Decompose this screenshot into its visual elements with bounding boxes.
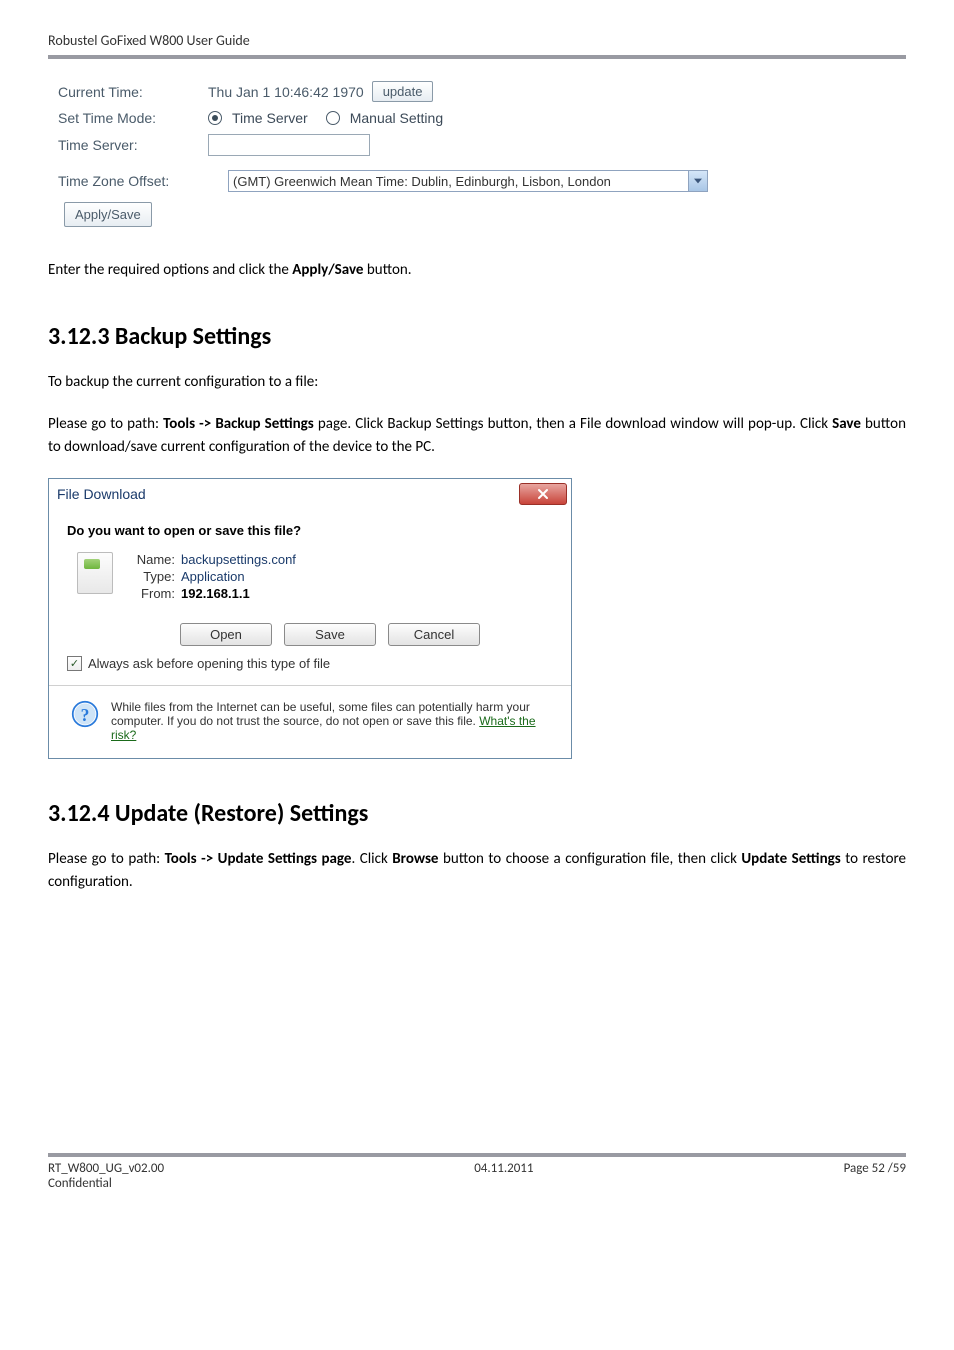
time-server-input[interactable] [208,134,370,156]
tz-offset-label: Time Zone Offset: [58,173,228,189]
close-button[interactable] [519,483,567,505]
close-icon [537,488,549,500]
para-backup-intro: To backup the current configuration to a… [48,371,906,394]
file-from-value: 192.168.1.1 [181,586,250,601]
file-type-value: Application [181,569,245,584]
warning-text: While files from the Internet can be use… [111,700,549,742]
time-settings-panel: Current Time: Thu Jan 1 10:46:42 1970 up… [48,69,906,239]
dialog-question: Do you want to open or save this file? [67,523,553,538]
time-server-label: Time Server: [58,137,208,153]
page-header: Robustel GoFixed W800 User Guide [48,32,906,49]
footer-left: RT_W800_UG_v02.00 [48,1161,164,1176]
chevron-down-icon [688,171,707,191]
current-time-label: Current Time: [58,84,208,100]
file-icon [77,552,113,594]
header-divider [48,55,906,59]
heading-update-settings: 3.12.4 Update (Restore) Settings [48,799,906,828]
file-from-label: From: [127,586,175,601]
always-ask-label: Always ask before opening this type of f… [88,656,330,671]
warning-icon: ? [71,700,99,728]
heading-backup-settings: 3.12.3 Backup Settings [48,322,906,351]
file-name-value: backupsettings.conf [181,552,296,567]
radio-time-server[interactable] [208,111,222,125]
current-time-value: Thu Jan 1 10:46:42 1970 [208,84,364,100]
file-name-label: Name: [127,552,175,567]
option-time-server-label: Time Server [232,110,308,126]
svg-text:?: ? [81,705,90,725]
footer-divider [48,1153,906,1157]
para-apply-save: Enter the required options and click the… [48,259,906,282]
save-button[interactable]: Save [284,623,376,646]
open-button[interactable]: Open [180,623,272,646]
option-manual-label: Manual Setting [350,110,443,126]
always-ask-checkbox[interactable]: ✓ [67,656,82,671]
footer-right: Page 52 /59 [844,1161,906,1176]
update-button[interactable]: update [372,81,434,102]
dialog-title: File Download [57,486,146,502]
footer-center: 04.11.2011 [474,1161,533,1176]
file-download-dialog: File Download Do you want to open or sav… [48,478,572,759]
file-type-label: Type: [127,569,175,584]
para-update-path: Please go to path: Tools -> Update Setti… [48,848,906,893]
cancel-button[interactable]: Cancel [388,623,480,646]
dialog-divider [49,685,571,686]
tz-offset-select[interactable]: (GMT) Greenwich Mean Time: Dublin, Edinb… [228,170,708,192]
set-time-mode-label: Set Time Mode: [58,110,208,126]
apply-save-button[interactable]: Apply/Save [64,202,152,227]
radio-manual-setting[interactable] [326,111,340,125]
para-backup-path: Please go to path: Tools -> Backup Setti… [48,413,906,458]
footer-confidential: Confidential [48,1176,906,1191]
page-footer: RT_W800_UG_v02.00 04.11.2011 Page 52 /59 [48,1161,906,1176]
tz-offset-value: (GMT) Greenwich Mean Time: Dublin, Edinb… [233,174,611,189]
